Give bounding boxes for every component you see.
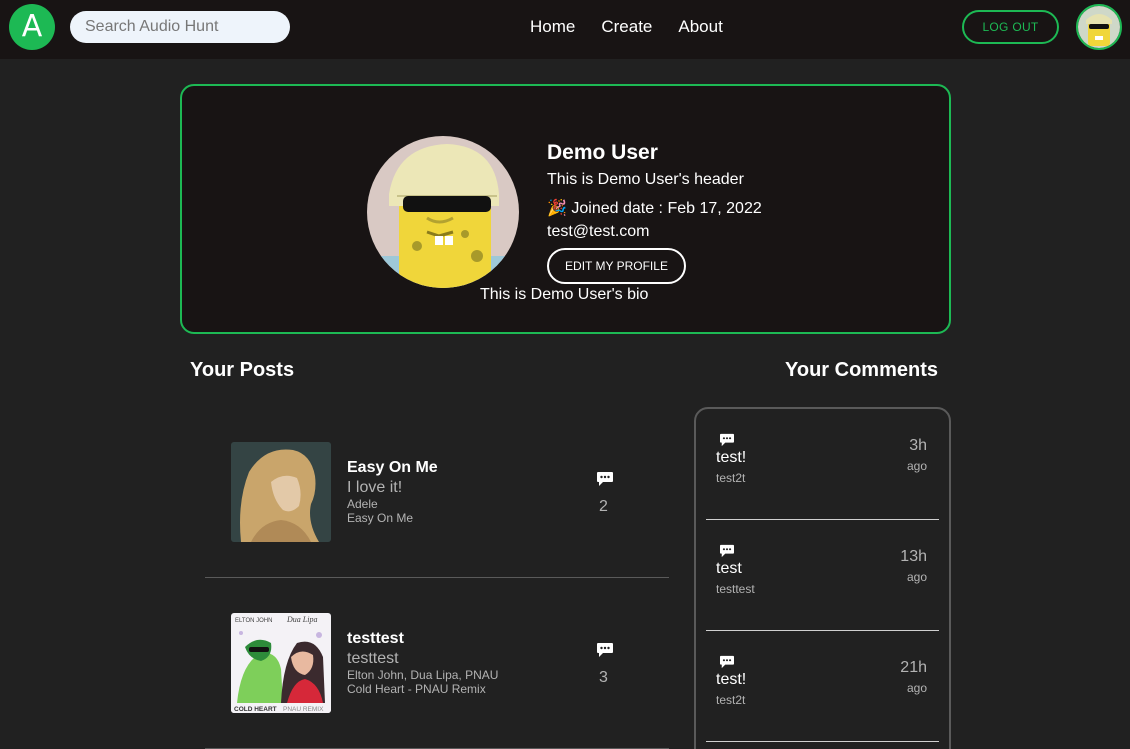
joined-text: Joined date : Feb 17, 2022 bbox=[571, 200, 762, 217]
logout-button[interactable]: LOG OUT bbox=[962, 10, 1059, 44]
post-song: Cold Heart - PNAU Remix bbox=[347, 682, 486, 696]
comment-icon bbox=[719, 433, 735, 447]
comment-icon bbox=[719, 544, 735, 558]
post-cover-image[interactable] bbox=[231, 442, 331, 542]
comment-item[interactable]: test! test2t 21h ago bbox=[706, 631, 939, 742]
comment-post-name: test2t bbox=[716, 471, 746, 485]
comment-post-name: test2t bbox=[716, 693, 746, 707]
comment-item[interactable]: test! test2t 3h ago bbox=[706, 409, 939, 520]
post-artist: Elton John, Dua Lipa, PNAU bbox=[347, 668, 499, 682]
post-caption: I love it! bbox=[347, 479, 403, 496]
navbar: A Home Create About LOG OUT bbox=[0, 0, 1130, 59]
comment-ago: ago bbox=[906, 570, 927, 584]
nav-link-create[interactable]: Create bbox=[601, 17, 652, 37]
comment-ago: ago bbox=[906, 681, 927, 695]
cover-text-title: COLD HEART bbox=[234, 706, 277, 713]
cover-text-remix: PNAU REMIX bbox=[283, 706, 324, 713]
profile-bio: This is Demo User's bio bbox=[480, 286, 649, 303]
nav-link-home[interactable]: Home bbox=[530, 17, 575, 37]
search-input[interactable] bbox=[70, 11, 290, 43]
comment-text: test bbox=[716, 560, 742, 577]
cover-text-artist2: Dua Lipa bbox=[286, 615, 317, 624]
post-item[interactable]: Easy On Me I love it! Adele Easy On Me 2 bbox=[205, 407, 669, 578]
nav-links: Home Create About bbox=[530, 17, 749, 37]
comment-time: 3h bbox=[909, 437, 927, 454]
profile-header-text: This is Demo User's header bbox=[547, 171, 744, 188]
post-title[interactable]: testtest bbox=[347, 630, 404, 648]
post-artist: Adele bbox=[347, 497, 378, 511]
profile-avatar bbox=[367, 136, 519, 288]
comment-icon bbox=[719, 655, 735, 669]
comment-time: 13h bbox=[900, 548, 927, 565]
post-cover-image[interactable]: ELTON JOHN Dua Lipa COLD HEART PNAU REMI… bbox=[231, 613, 331, 713]
post-item[interactable]: ELTON JOHN Dua Lipa COLD HEART PNAU REMI… bbox=[205, 578, 669, 749]
post-caption: testtest bbox=[347, 650, 399, 667]
comment-item[interactable]: test testtest 13h ago bbox=[706, 520, 939, 631]
user-avatar[interactable] bbox=[1076, 4, 1122, 50]
edit-profile-button[interactable]: EDIT MY PROFILE bbox=[547, 248, 686, 284]
posts-section-title: Your Posts bbox=[190, 359, 295, 381]
comment-icon bbox=[596, 471, 614, 487]
comments-panel: test! test2t 3h ago test testtest 13h ag… bbox=[694, 407, 951, 749]
profile-joined-date: 🎉 Joined date : Feb 17, 2022 bbox=[547, 198, 762, 218]
comment-post-name: testtest bbox=[716, 582, 755, 596]
comment-text: test! bbox=[716, 671, 747, 688]
comment-ago: ago bbox=[906, 459, 927, 473]
cover-text-artist1: ELTON JOHN bbox=[235, 618, 272, 624]
post-comment-count: 3 bbox=[599, 669, 608, 686]
comments-section-title: Your Comments bbox=[785, 359, 938, 381]
post-song: Easy On Me bbox=[347, 511, 414, 525]
profile-email: test@test.com bbox=[547, 223, 650, 240]
app-logo[interactable]: A bbox=[9, 4, 55, 50]
post-comment-count: 2 bbox=[599, 498, 608, 515]
party-icon: 🎉 bbox=[547, 200, 567, 217]
comment-icon bbox=[596, 642, 614, 658]
post-title[interactable]: Easy On Me bbox=[347, 459, 438, 477]
profile-card: Demo User This is Demo User's header 🎉 J… bbox=[180, 84, 951, 334]
nav-link-about[interactable]: About bbox=[678, 17, 722, 37]
comment-time: 21h bbox=[900, 659, 927, 676]
comment-text: test! bbox=[716, 449, 747, 466]
profile-name: Demo User bbox=[547, 141, 658, 164]
